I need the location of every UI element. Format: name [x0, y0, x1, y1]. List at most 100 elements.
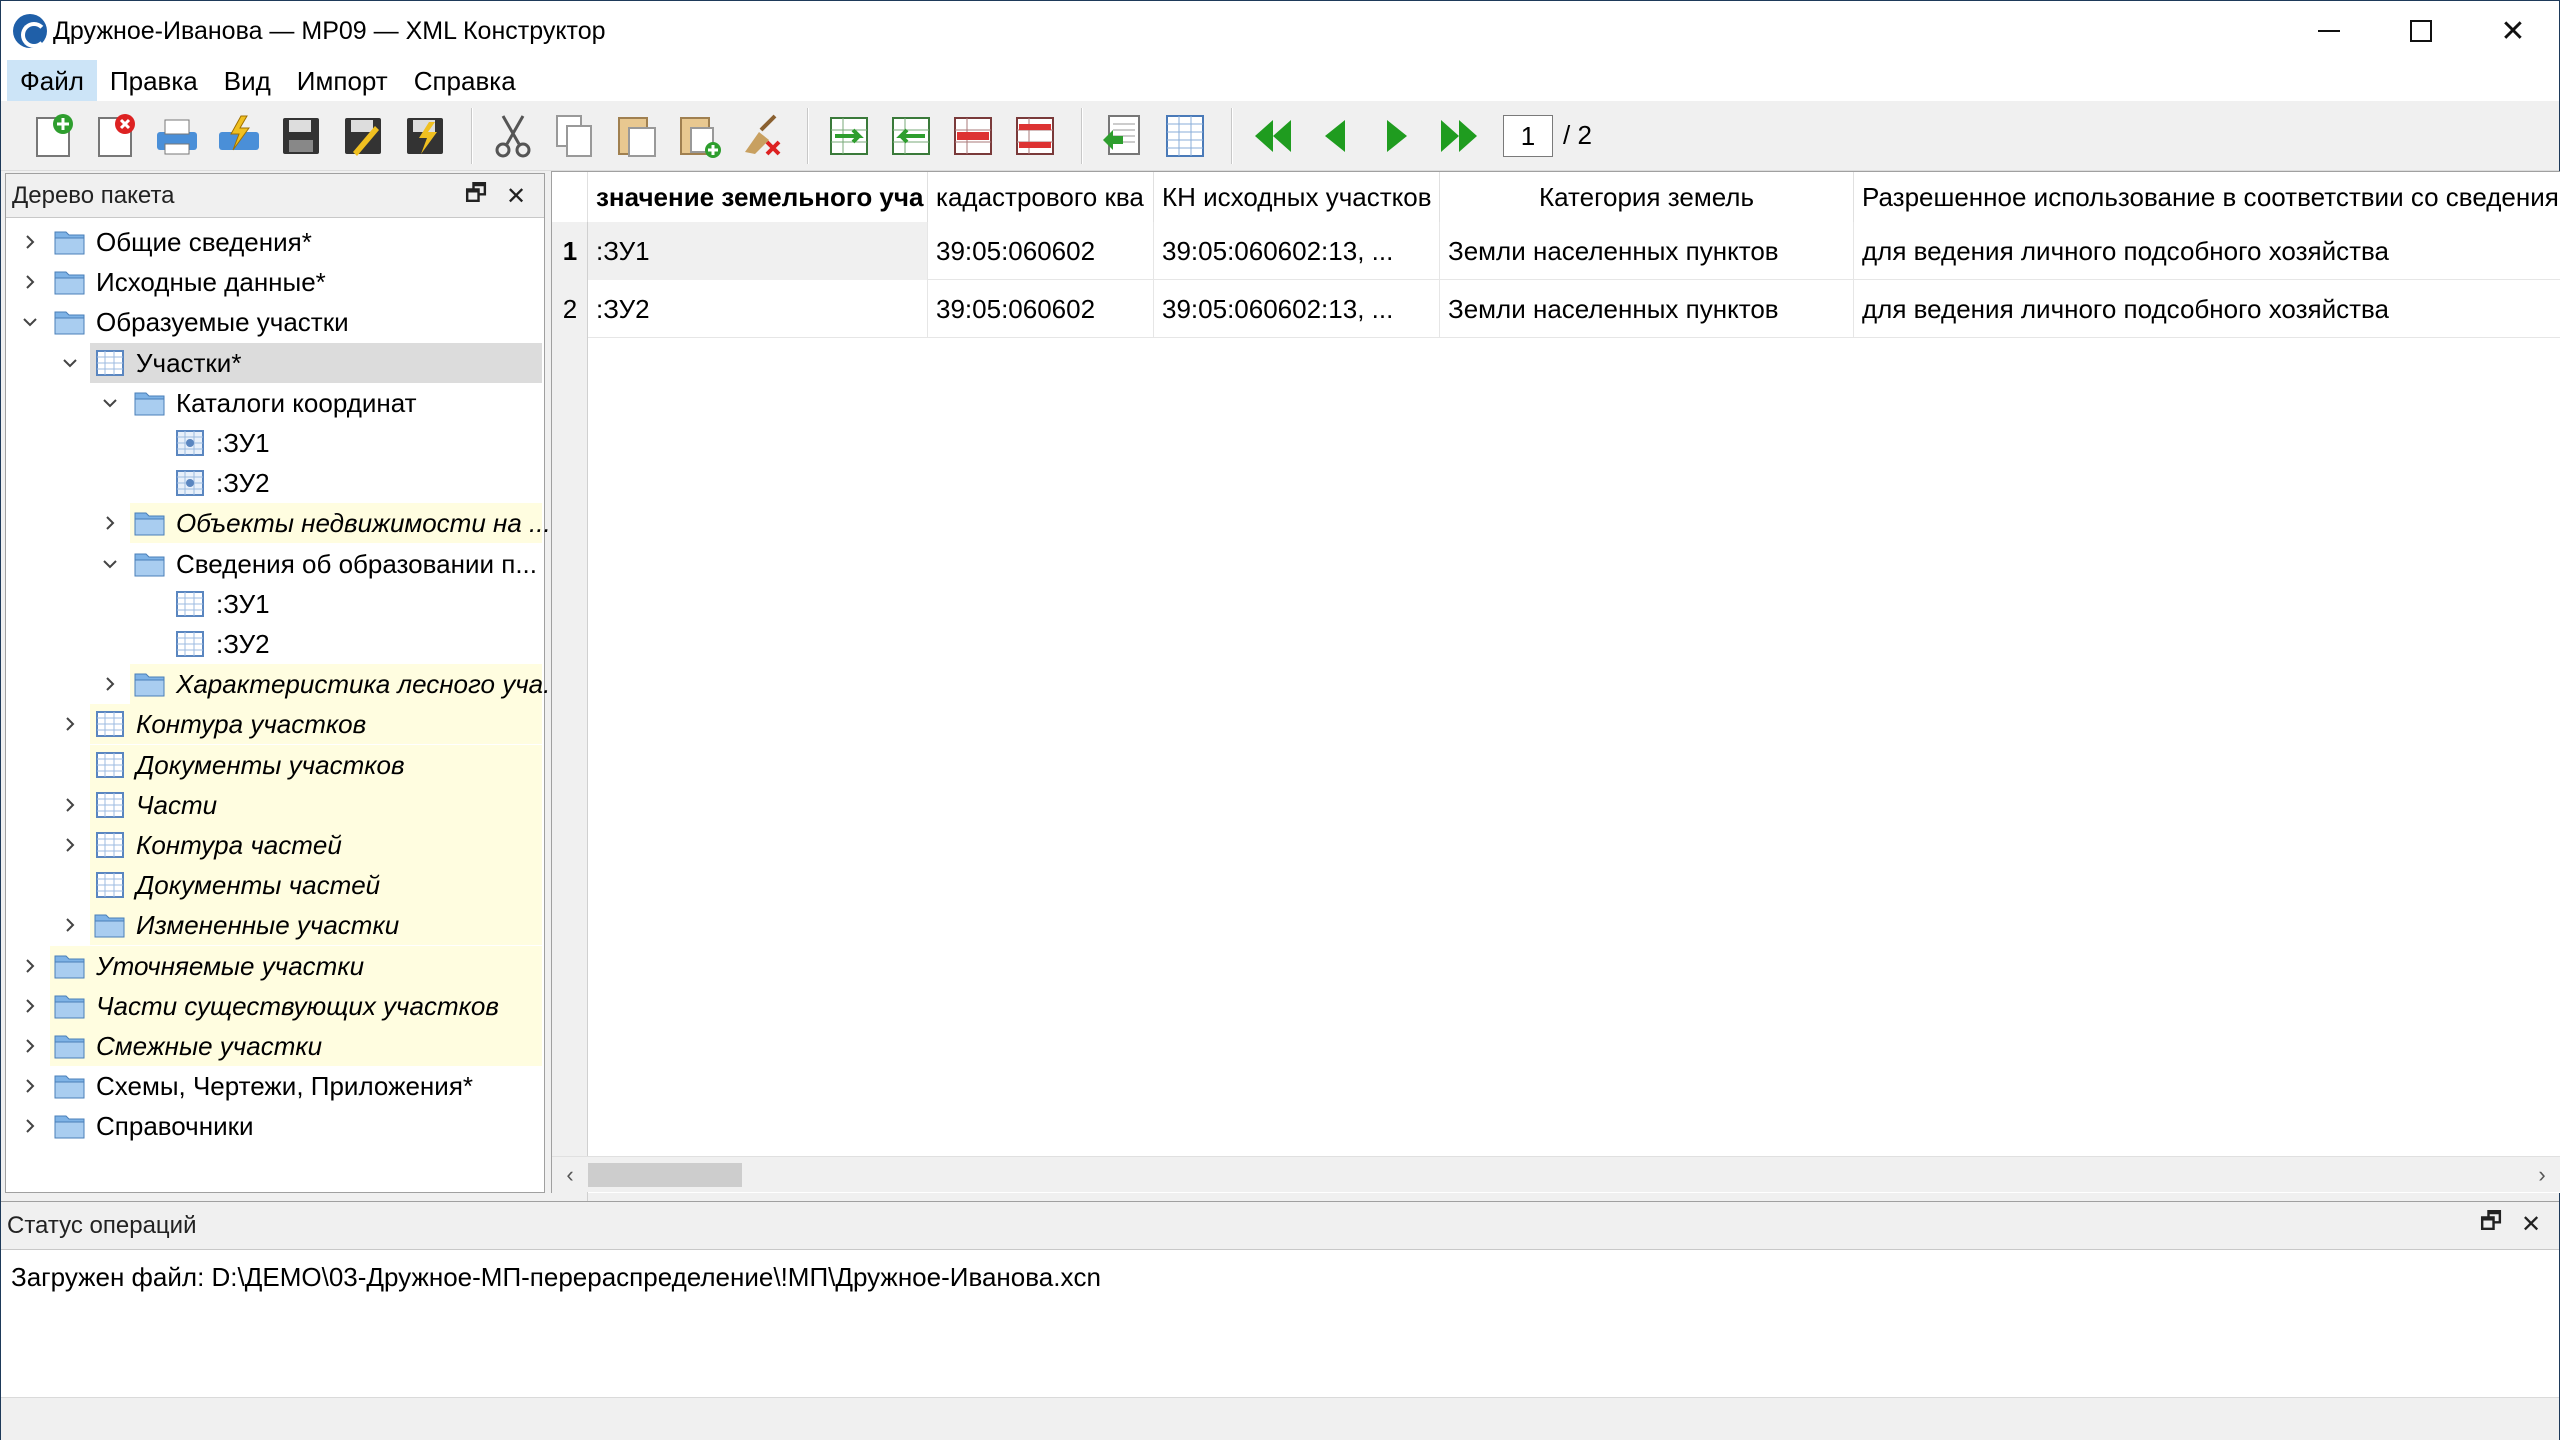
tree-item[interactable]: Документы частей	[6, 865, 544, 906]
tree-item[interactable]: Части	[6, 784, 544, 825]
tree-item[interactable]: Образуемые участки	[6, 302, 544, 342]
insert-row-after-button[interactable]	[883, 108, 939, 164]
save-as-button[interactable]	[335, 108, 391, 164]
tree-item[interactable]: :ЗУ1	[6, 584, 544, 624]
column-header-permitted-use[interactable]: Разрешенное использование в соответствии…	[1854, 172, 2560, 222]
cell-cadastral-quarter[interactable]: 39:05:060602	[928, 280, 1154, 338]
expand-chevron-icon[interactable]	[58, 704, 82, 744]
paste-special-button[interactable]	[671, 108, 727, 164]
copy-button[interactable]	[547, 108, 603, 164]
cell-source-kn[interactable]: 39:05:060602:13, ...	[1154, 222, 1440, 280]
tree-item[interactable]: Объекты недвижимости на ...	[6, 503, 551, 544]
collapse-chevron-icon[interactable]	[98, 544, 122, 584]
scrollbar-thumb[interactable]	[588, 1163, 742, 1187]
tree-item[interactable]: Схемы, Чертежи, Приложения*	[6, 1066, 544, 1106]
tree-item[interactable]: Контура частей	[6, 825, 544, 865]
close-document-button[interactable]	[87, 108, 143, 164]
cell-permitted-use[interactable]: для ведения личного подсобного хозяйства	[1854, 280, 2560, 338]
column-header-designation[interactable]: значение земельного уча	[588, 172, 928, 222]
tree-item[interactable]: :ЗУ2	[6, 463, 544, 503]
clear-button[interactable]	[733, 108, 789, 164]
expand-chevron-icon[interactable]	[58, 825, 82, 865]
validate-button[interactable]	[211, 108, 267, 164]
expand-chevron-icon[interactable]	[18, 1106, 42, 1146]
prev-page-button[interactable]	[1307, 108, 1363, 164]
horizontal-scrollbar[interactable]: ‹ ›	[552, 1156, 2560, 1192]
maximize-button[interactable]	[2375, 1, 2467, 61]
scroll-left-icon[interactable]: ‹	[552, 1157, 588, 1193]
menu-view[interactable]: Вид	[211, 60, 284, 103]
tree-item[interactable]: Характеристика лесного уча...	[6, 664, 565, 705]
menu-file[interactable]: Файл	[7, 59, 97, 103]
tree-item[interactable]: Каталоги координат	[6, 383, 544, 423]
tree-item-label: Общие сведения*	[96, 227, 312, 257]
expand-chevron-icon[interactable]	[18, 222, 42, 262]
last-page-button[interactable]	[1431, 108, 1487, 164]
tree-panel-restore-button[interactable]: 🗗	[456, 180, 496, 212]
tree-item[interactable]: Сведения об образовании п...	[6, 544, 544, 584]
insert-row-before-button[interactable]	[821, 108, 877, 164]
row-number[interactable]: 1	[552, 222, 588, 280]
collapse-chevron-icon[interactable]	[98, 383, 122, 423]
close-window-button[interactable]: ✕	[2467, 1, 2559, 61]
delete-row-button[interactable]	[945, 108, 1001, 164]
expand-chevron-icon[interactable]	[98, 664, 122, 704]
tree-item[interactable]: Исходные данные*	[6, 262, 544, 302]
tree-item[interactable]: Измененные участки	[6, 905, 544, 946]
tree-item[interactable]: Смежные участки	[6, 1026, 544, 1066]
cell-permitted-use[interactable]: для ведения личного подсобного хозяйства	[1854, 222, 2560, 280]
row-number[interactable]: 2	[552, 280, 588, 338]
cell-land-category[interactable]: Земли населенных пунктов	[1440, 280, 1854, 338]
tree-item[interactable]: Уточняемые участки	[6, 945, 544, 986]
table-view-button[interactable]	[1157, 108, 1213, 164]
table-row[interactable]: :ЗУ1 39:05:060602 39:05:060602:13, ... З…	[588, 222, 2560, 280]
save-button[interactable]	[273, 108, 329, 164]
tree-item[interactable]: :ЗУ1	[6, 423, 544, 463]
tree-item[interactable]: Документы участков	[6, 744, 544, 785]
delete-rows-button[interactable]	[1007, 108, 1063, 164]
print-button[interactable]	[149, 108, 205, 164]
menu-help[interactable]: Справка	[401, 60, 529, 103]
table-row[interactable]: :ЗУ2 39:05:060602 39:05:060602:13, ... З…	[588, 280, 2560, 338]
new-document-button[interactable]	[25, 108, 81, 164]
column-header-land-category[interactable]: Категория земель	[1440, 172, 1854, 222]
tree-item[interactable]: :ЗУ2	[6, 624, 544, 664]
tree-item[interactable]: Общие сведения*	[6, 222, 544, 262]
scroll-right-icon[interactable]: ›	[2524, 1157, 2560, 1193]
expand-chevron-icon[interactable]	[18, 1066, 42, 1106]
collapse-chevron-icon[interactable]	[58, 343, 82, 383]
expand-chevron-icon[interactable]	[98, 503, 122, 543]
expand-chevron-icon[interactable]	[58, 785, 82, 825]
expand-chevron-icon[interactable]	[18, 986, 42, 1026]
cell-cadastral-quarter[interactable]: 39:05:060602	[928, 222, 1154, 280]
cell-land-category[interactable]: Земли населенных пунктов	[1440, 222, 1854, 280]
menu-edit[interactable]: Правка	[97, 60, 211, 103]
tree-item[interactable]: Участки*	[6, 342, 544, 383]
status-panel-close-button[interactable]: ✕	[2511, 1208, 2551, 1240]
next-page-button[interactable]	[1369, 108, 1425, 164]
column-header-cadastral-quarter[interactable]: кадастрового ква	[928, 172, 1154, 222]
open-editor-button[interactable]	[1095, 108, 1151, 164]
cell-designation[interactable]: :ЗУ1	[588, 222, 928, 280]
save-validate-button[interactable]	[397, 108, 453, 164]
first-page-button[interactable]	[1245, 108, 1301, 164]
status-panel-restore-button[interactable]: 🗗	[2471, 1208, 2511, 1240]
cell-designation[interactable]: :ЗУ2	[588, 280, 928, 338]
tree-item-label: Каталоги координат	[176, 387, 417, 418]
collapse-chevron-icon[interactable]	[18, 302, 42, 342]
tree-item[interactable]: Контура участков	[6, 704, 544, 745]
cell-source-kn[interactable]: 39:05:060602:13, ...	[1154, 280, 1440, 338]
expand-chevron-icon[interactable]	[18, 946, 42, 986]
expand-chevron-icon[interactable]	[58, 905, 82, 945]
paste-button[interactable]	[609, 108, 665, 164]
tree-panel-close-button[interactable]: ✕	[496, 180, 536, 212]
cut-button[interactable]	[485, 108, 541, 164]
menu-import[interactable]: Импорт	[284, 60, 401, 103]
page-number-input[interactable]: 1	[1503, 114, 1553, 157]
expand-chevron-icon[interactable]	[18, 262, 42, 302]
tree-item[interactable]: Части существующих участков	[6, 985, 544, 1026]
tree-item[interactable]: Справочники	[6, 1106, 544, 1146]
expand-chevron-icon[interactable]	[18, 1026, 42, 1066]
minimize-button[interactable]	[2283, 1, 2375, 61]
column-header-source-kn[interactable]: КН исходных участков	[1154, 172, 1440, 222]
